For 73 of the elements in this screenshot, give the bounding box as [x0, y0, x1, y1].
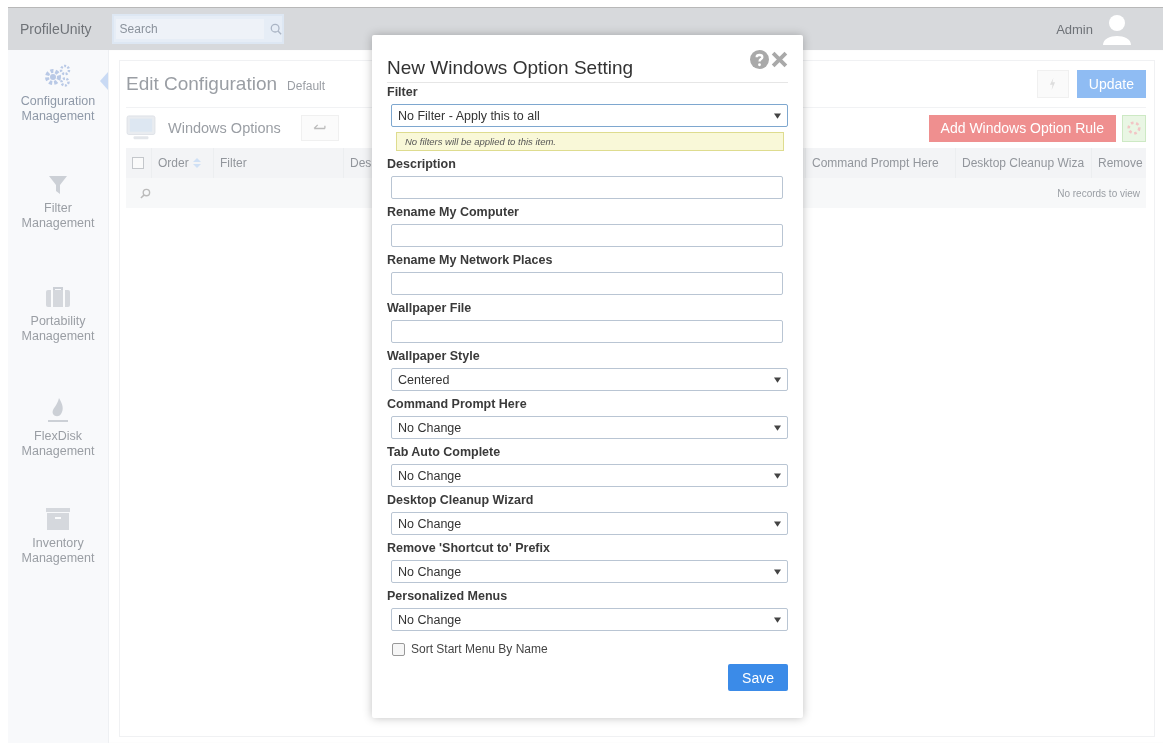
hint-message: No filters will be applied to this item. — [396, 132, 784, 151]
update-button[interactable]: Update — [1076, 70, 1146, 98]
monitor-icon — [126, 115, 156, 141]
dropdown-field[interactable]: No Change — [391, 560, 788, 583]
field-label: Personalized Menus — [387, 588, 509, 605]
caret-icon — [774, 112, 781, 119]
field-label: Filter — [387, 84, 419, 101]
page-subtitle: Default — [287, 79, 326, 93]
sidebar-item[interactable]: Filter Management — [8, 175, 108, 286]
sidebar-item[interactable]: FlexDisk Management — [8, 397, 108, 508]
user-avatar-icon[interactable] — [1101, 13, 1133, 45]
caret-icon — [774, 520, 781, 527]
dialog-title: New Windows Option Setting — [387, 56, 634, 79]
search-field[interactable]: Search — [111, 14, 284, 44]
sort-icon — [192, 158, 201, 168]
dropdown-field[interactable]: No Change — [391, 416, 788, 439]
dropdown-field[interactable]: No Change — [391, 608, 788, 631]
briefcase-icon — [45, 286, 71, 308]
checkbox-label: Sort Start Menu By Name — [411, 642, 548, 656]
caret-icon — [774, 472, 781, 479]
input-field[interactable] — [391, 224, 783, 247]
help-icon[interactable] — [750, 50, 769, 69]
dropdown-field[interactable]: No Change — [391, 464, 788, 487]
sidebar-label: Inventory Management — [20, 536, 96, 566]
dropdown-field[interactable]: Centered — [391, 368, 788, 391]
bolt-button[interactable] — [1036, 70, 1069, 98]
field-label: Description — [387, 156, 457, 173]
sidebar-label: Portability Management — [20, 314, 96, 344]
field-label: Desktop Cleanup Wizard — [387, 492, 535, 509]
close-icon[interactable] — [771, 51, 788, 68]
field-label: Remove 'Shortcut to' Prefix — [387, 540, 551, 557]
selected-arrow-icon — [100, 72, 108, 90]
input-field[interactable] — [391, 272, 783, 295]
checkbox[interactable] — [392, 642, 405, 656]
lifebuoy-icon — [1127, 121, 1141, 135]
sidebar-label: Filter Management — [20, 201, 96, 231]
input-field[interactable] — [391, 320, 783, 343]
user-name[interactable]: Admin — [1056, 21, 1093, 37]
dropdown-field[interactable]: No Filter - Apply this to all — [391, 104, 788, 127]
field-label: Wallpaper Style — [387, 348, 481, 365]
sidebar-item[interactable]: Inventory Management — [8, 508, 108, 619]
funnel-icon — [48, 175, 68, 195]
page-title: Edit Configuration — [126, 73, 278, 95]
back-button[interactable] — [300, 115, 339, 141]
field-label: Rename My Network Places — [387, 252, 554, 269]
search-icon[interactable] — [269, 23, 282, 35]
flame-icon — [47, 397, 69, 423]
sidebar-label: FlexDisk Management — [20, 429, 96, 459]
sidebar-item[interactable]: Configuration Management — [8, 64, 108, 175]
field-label: Rename My Computer — [387, 204, 520, 221]
sidebar-label: Configuration Management — [19, 94, 97, 124]
brand-name: ProfileUnity — [20, 21, 92, 37]
dropdown-field[interactable]: No Change — [391, 512, 788, 535]
caret-icon — [774, 424, 781, 431]
caret-icon — [774, 568, 781, 575]
lifebuoy-button[interactable] — [1122, 114, 1146, 142]
section-title: Windows Options — [168, 120, 281, 136]
select-all-checkbox[interactable] — [132, 157, 144, 169]
lightning-icon — [1049, 78, 1057, 90]
field-label: Tab Auto Complete — [387, 444, 502, 461]
empty-message: No records to view — [1057, 187, 1140, 199]
archive-icon — [46, 508, 70, 530]
caret-icon — [774, 376, 781, 383]
caret-icon — [774, 616, 781, 623]
save-button[interactable]: Save — [728, 664, 788, 691]
column-header[interactable]: Remove — [1092, 148, 1146, 178]
search-icon[interactable] — [140, 187, 151, 199]
gears-icon — [44, 64, 72, 88]
field-label: Command Prompt Here — [387, 396, 528, 413]
sidebar-item[interactable]: Portability Management — [8, 286, 108, 397]
field-label: Wallpaper File — [387, 300, 473, 317]
input-field[interactable] — [391, 176, 783, 199]
add-rule-button[interactable]: Add Windows Option Rule — [928, 114, 1116, 142]
